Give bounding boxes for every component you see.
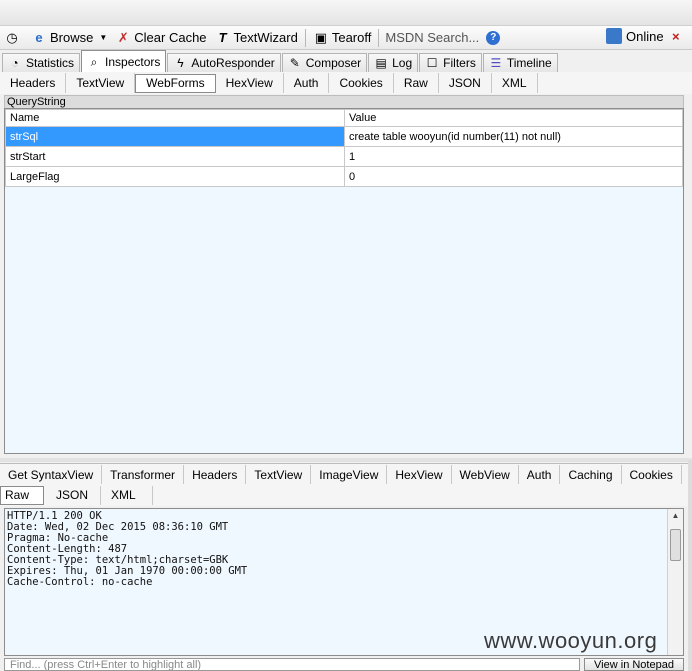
textwizard-label: TextWizard [233,30,298,45]
tab-inspectors[interactable]: ⌕ Inspectors [81,50,167,72]
scrollbar-thumb[interactable] [670,529,681,561]
resp-tab-headers[interactable]: Headers [184,464,247,485]
vertical-scrollbar[interactable]: ▲ [667,509,683,655]
req-tab-auth[interactable]: Auth [284,73,330,93]
scroll-up-icon[interactable]: ▲ [668,509,683,523]
column-header-value[interactable]: Value [344,109,683,127]
response-inspector-tabs-row2: Raw JSON XML [0,484,692,506]
row-value-cell[interactable]: 1 [344,146,683,167]
clear-cache-icon: ✗ [117,29,129,45]
timer-button[interactable]: ◷ [0,27,27,49]
toolbar-separator [304,28,306,47]
ie-icon: e [35,29,43,45]
req-tab-webforms[interactable]: WebForms [135,73,216,93]
tab-log[interactable]: ▤ Log [368,53,419,72]
row-name-cell[interactable]: LargeFlag [5,166,345,187]
online-label: Online [626,28,664,44]
view-in-notepad-button[interactable]: View in Notepad [584,658,684,671]
req-tab-cookies[interactable]: Cookies [329,73,394,93]
table-row[interactable]: LargeFlag 0 [5,166,683,187]
toolbar-separator [378,28,380,47]
table-row[interactable]: strStart 1 [5,146,683,167]
browse-label: Browse [50,30,94,45]
network-icon [606,28,622,44]
close-icon[interactable]: × [672,29,680,44]
request-inspector-tabs: Headers TextView WebForms HexView Auth C… [0,72,692,94]
clear-cache-label: Clear Cache [134,30,207,45]
querystring-section-label: QueryString [4,95,684,108]
column-header-name[interactable]: Name [5,109,345,127]
help-icon[interactable]: ? [486,30,501,45]
querystring-grid: Name Value strSql create table wooyun(id… [4,108,684,454]
resp-tab-json[interactable]: JSON [44,485,102,505]
pane-splitter[interactable] [0,458,692,462]
main-tabs: ◔ Statistics ⌕ Inspectors ϟ AutoResponde… [0,50,692,73]
tab-label: Filters [443,56,476,70]
row-name-cell[interactable]: strSql [5,126,345,147]
row-value-cell[interactable]: create table wooyun(id number(11) not nu… [344,126,683,147]
toolbar: ◷ e Browse ▼ ✗ Clear Cache T TextWizard … [0,26,692,50]
tab-label: Timeline [506,56,552,70]
tab-label: Log [392,56,413,70]
find-input[interactable]: Find... (press Ctrl+Enter to highlight a… [4,658,580,671]
resp-tab-caching[interactable]: Caching [560,464,622,485]
browse-button[interactable]: e Browse ▼ [27,27,111,49]
title-strip [0,0,692,26]
tab-label: Inspectors [105,54,161,69]
table-row[interactable]: strSql create table wooyun(id number(11)… [5,126,683,147]
tab-autoresponder[interactable]: ϟ AutoResponder [167,53,281,72]
inspectors-icon: ⌕ [90,54,98,69]
timeline-icon: ☰ [490,56,502,70]
watermark: www.wooyun.org [484,628,658,653]
resp-tab-syntaxview[interactable]: Get SyntaxView [0,464,103,485]
req-tab-xml[interactable]: XML [492,73,538,93]
lightning-icon: ϟ [177,56,184,70]
composer-icon: ✎ [289,56,300,70]
tab-label: Composer [305,56,362,70]
tearoff-label: Tearoff [331,30,372,45]
resp-tab-imageview[interactable]: ImageView [311,464,388,485]
clear-cache-button[interactable]: ✗ Clear Cache [111,27,210,49]
response-inspector-tabs: Get SyntaxView Transformer Headers TextV… [0,463,692,485]
tab-label: Statistics [26,56,75,70]
resp-tab-raw[interactable]: Raw [0,485,45,505]
row-name-cell[interactable]: strStart [5,146,345,167]
req-tab-hexview[interactable]: HexView [216,73,284,93]
resp-tab-textview[interactable]: TextView [246,464,312,485]
resp-tab-webview[interactable]: WebView [452,464,519,485]
msdn-search-input[interactable]: MSDN Search... [382,30,482,45]
textwizard-icon: T [218,29,227,45]
window-edge [688,460,692,671]
textwizard-button[interactable]: T TextWizard [211,27,302,49]
req-tab-textview[interactable]: TextView [66,73,136,93]
tab-timeline[interactable]: ☰ Timeline [482,53,558,72]
online-indicator[interactable]: Online [606,28,664,44]
clock-icon: ◷ [6,29,18,45]
req-tab-json[interactable]: JSON [439,73,492,93]
tearoff-button[interactable]: ▣ Tearoff [309,27,376,49]
tab-filters[interactable]: ☐ Filters [419,53,482,72]
tab-composer[interactable]: ✎ Composer [281,53,368,72]
resp-tab-auth[interactable]: Auth [519,464,561,485]
resp-tab-hexview[interactable]: HexView [387,464,452,485]
chevron-down-icon[interactable]: ▼ [99,33,107,42]
resp-tab-transformer[interactable]: Transformer [102,464,185,485]
statistics-icon: ◔ [11,56,19,70]
tab-label: AutoResponder [191,56,275,70]
resp-tab-xml[interactable]: XML [101,485,153,505]
filters-checkbox-icon: ☐ [426,56,438,70]
req-tab-raw[interactable]: Raw [394,73,439,93]
response-raw-text: HTTP/1.1 200 OK Date: Wed, 02 Dec 2015 0… [7,510,248,588]
req-tab-headers[interactable]: Headers [0,73,67,93]
row-value-cell[interactable]: 0 [344,166,683,187]
resp-tab-cookies[interactable]: Cookies [622,464,682,485]
tearoff-icon: ▣ [314,29,327,45]
log-icon: ▤ [375,56,387,70]
tab-statistics[interactable]: ◔ Statistics [2,53,81,72]
